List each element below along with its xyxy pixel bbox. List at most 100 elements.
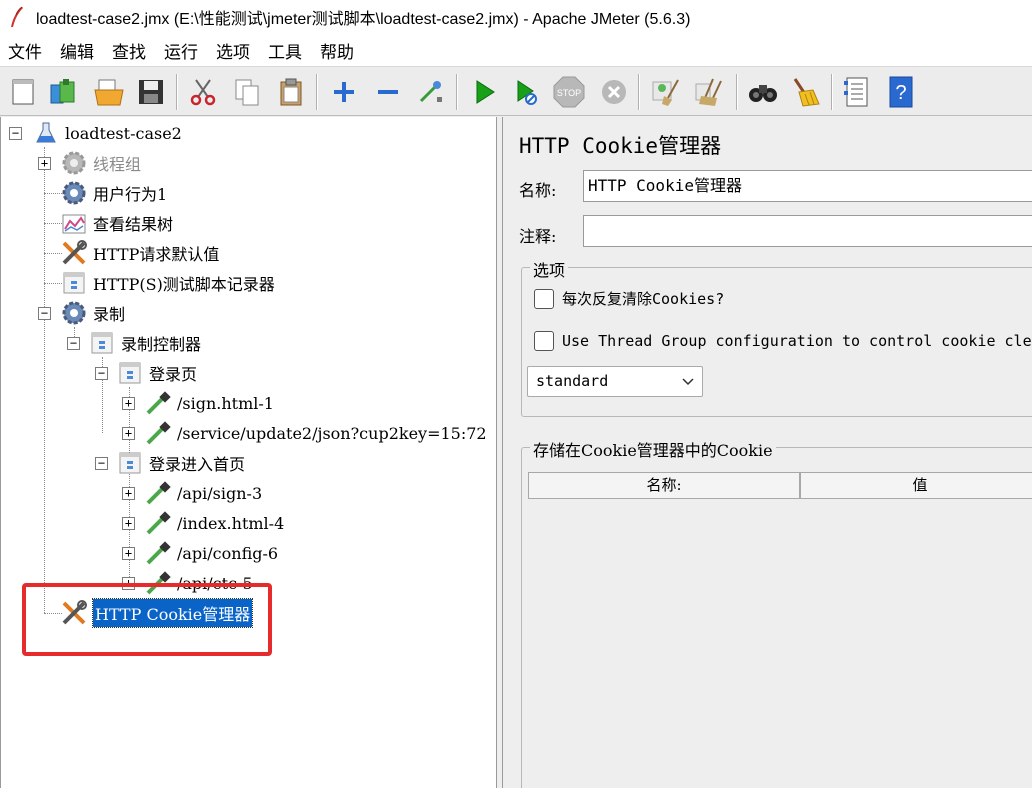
tree-item-view-results[interactable]: 查看结果树 — [59, 208, 173, 238]
tree-item-http-defaults[interactable]: HTTP请求默认值 — [59, 238, 219, 268]
templates-icon — [50, 79, 75, 104]
pipette-icon — [143, 478, 173, 508]
collapse-toggle-recording[interactable]: − — [38, 307, 51, 320]
collapse-all-button[interactable] — [371, 75, 405, 109]
expand-toggle-service-update[interactable]: + — [122, 427, 135, 440]
paste-button[interactable] — [274, 75, 308, 109]
controller-icon — [87, 328, 117, 358]
menu-help[interactable]: 帮助 — [320, 38, 354, 63]
tree-item-cookie-manager[interactable]: HTTP Cookie管理器 — [59, 598, 254, 628]
menu-file[interactable]: 文件 — [8, 38, 42, 63]
comment-field[interactable] — [583, 215, 1032, 247]
pipette-icon — [143, 388, 173, 418]
expand-all-button[interactable] — [327, 75, 361, 109]
tree-item-enter-home[interactable]: 登录进入首页 — [115, 448, 245, 478]
templates-button[interactable] — [46, 75, 80, 109]
menu-edit[interactable]: 编辑 — [60, 38, 94, 63]
cookies-table-header: 名称: 值 — [528, 472, 1032, 499]
cut-button[interactable] — [186, 75, 220, 109]
wrench-icon — [59, 238, 89, 268]
expand-toggle-api-ctc[interactable]: + — [122, 577, 135, 590]
stored-cookies-group: 存储在Cookie管理器中的Cookie 名称: 值 — [521, 437, 1032, 788]
expand-icon — [334, 82, 354, 102]
help-button[interactable]: ? — [884, 75, 918, 109]
cut-icon — [190, 79, 216, 106]
clear-each-iteration-row[interactable]: 每次反复清除Cookies? — [534, 288, 724, 309]
column-value[interactable]: 值 — [800, 472, 1032, 499]
tree-item-login-page[interactable]: 登录页 — [115, 358, 197, 388]
toolbar: STOP ? — [0, 66, 1032, 116]
tree-item-root[interactable]: loadtest-case2 — [31, 118, 182, 148]
tree-item-api-sign[interactable]: /api/sign-3 — [143, 478, 262, 508]
search-button[interactable] — [746, 75, 780, 109]
clear-all-icon — [695, 78, 722, 106]
collapse-toggle-enter-home[interactable]: − — [95, 457, 108, 470]
collapse-toggle-root[interactable]: − — [9, 127, 22, 140]
comment-label: 注释: — [519, 227, 557, 246]
tree-item-service-update[interactable]: /service/update2/json?cup2key=15:72 — [143, 418, 487, 448]
stop-button[interactable]: STOP — [552, 75, 586, 109]
clear-each-iteration-checkbox[interactable] — [534, 288, 554, 309]
copy-button[interactable] — [230, 75, 264, 109]
tree-item-recorder[interactable]: HTTP(S)测试脚本记录器 — [59, 268, 275, 298]
gear-icon — [59, 298, 89, 328]
chevron-down-icon — [682, 367, 694, 407]
stored-cookies-legend: 存储在Cookie管理器中的Cookie — [530, 437, 776, 461]
clear-all-button[interactable] — [692, 75, 726, 109]
save-button[interactable] — [134, 75, 168, 109]
menu-tools[interactable]: 工具 — [268, 38, 302, 63]
tree-item-user-behavior[interactable]: 用户行为1 — [59, 178, 167, 208]
test-plan-tree[interactable]: − loadtest-case2 + 线程组 用户行为1 查看结果树 HTTP请… — [0, 117, 497, 788]
options-legend: 选项 — [530, 257, 569, 281]
shutdown-icon — [602, 80, 626, 104]
pipette-icon — [143, 568, 173, 598]
new-button[interactable] — [6, 75, 40, 109]
clear-icon — [652, 79, 679, 106]
pane-splitter[interactable] — [497, 117, 503, 788]
cookie-policy-select[interactable]: standard — [527, 366, 703, 397]
expand-toggle-api-config[interactable]: + — [122, 547, 135, 560]
gear-icon — [59, 148, 89, 178]
tree-item-api-config[interactable]: /api/config-6 — [143, 538, 278, 568]
flask-icon — [31, 118, 61, 148]
shutdown-button[interactable] — [597, 75, 631, 109]
title-bar: loadtest-case2.jmx (E:\性能测试\jmeter测试脚本\l… — [0, 0, 1032, 34]
use-thread-group-checkbox[interactable] — [534, 331, 554, 351]
paste-icon — [280, 78, 302, 106]
panel-title: HTTP Cookie管理器 — [519, 134, 722, 158]
pipette-icon — [143, 418, 173, 448]
use-thread-group-row[interactable]: Use Thread Group configuration to contro… — [534, 331, 1032, 351]
open-button[interactable] — [92, 75, 126, 109]
controller-icon — [115, 358, 145, 388]
function-helper-button[interactable] — [840, 75, 874, 109]
menu-options[interactable]: 选项 — [216, 38, 250, 63]
tree-item-sign-html[interactable]: /sign.html-1 — [143, 388, 274, 418]
open-icon — [94, 79, 124, 106]
menu-run[interactable]: 运行 — [164, 38, 198, 63]
reset-search-button[interactable] — [788, 75, 822, 109]
expand-toggle-api-sign[interactable]: + — [122, 487, 135, 500]
cookie-manager-panel: HTTP Cookie管理器 名称: HTTP Cookie管理器 注释: 选项… — [504, 117, 1032, 788]
start-no-pause-icon — [517, 80, 537, 105]
function-helper-icon — [844, 77, 868, 107]
menu-search[interactable]: 查找 — [112, 38, 146, 63]
toggle-button[interactable] — [413, 75, 447, 109]
column-name[interactable]: 名称: — [528, 472, 800, 499]
collapse-toggle-recording-controller[interactable]: − — [67, 337, 80, 350]
expand-toggle-thread-group[interactable]: + — [38, 157, 51, 170]
stop-icon: STOP — [553, 76, 585, 108]
name-field[interactable]: HTTP Cookie管理器 — [583, 170, 1032, 202]
tree-item-api-ctc[interactable]: /api/ctc-5 — [143, 568, 253, 598]
expand-toggle-index-html[interactable]: + — [122, 517, 135, 530]
reset-search-icon — [793, 78, 820, 107]
start-button[interactable] — [467, 75, 501, 109]
tree-item-thread-group[interactable]: 线程组 — [59, 148, 141, 178]
clear-button[interactable] — [649, 75, 683, 109]
tree-item-recording-controller[interactable]: 录制控制器 — [87, 328, 201, 358]
collapse-toggle-login-page[interactable]: − — [95, 367, 108, 380]
expand-toggle-sign-html[interactable]: + — [122, 397, 135, 410]
tree-item-recording[interactable]: 录制 — [59, 298, 125, 328]
window-title: loadtest-case2.jmx (E:\性能测试\jmeter测试脚本\l… — [36, 11, 691, 28]
start-no-pause-button[interactable] — [509, 75, 543, 109]
tree-item-index-html[interactable]: /index.html-4 — [143, 508, 284, 538]
